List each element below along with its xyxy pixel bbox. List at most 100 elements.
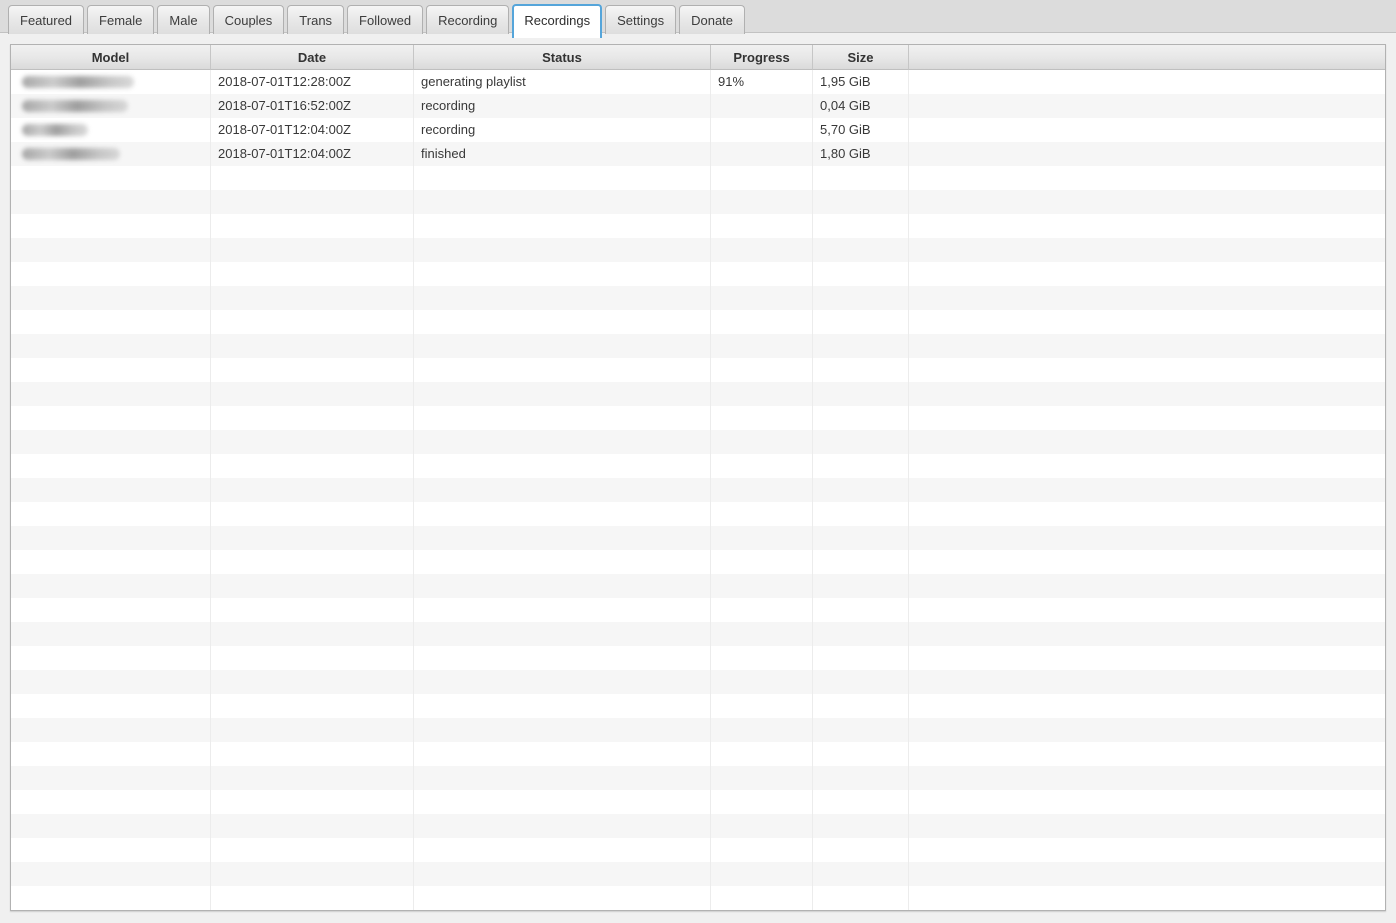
- cell-progress: [711, 598, 813, 622]
- cell-model: [11, 646, 211, 670]
- column-header-date[interactable]: Date: [211, 45, 414, 70]
- cell-blank: [909, 310, 1385, 334]
- table-row-empty[interactable]: [11, 262, 1385, 286]
- cell-blank: [909, 550, 1385, 574]
- cell-blank: [909, 430, 1385, 454]
- cell-progress: [711, 790, 813, 814]
- table-row-empty[interactable]: [11, 430, 1385, 454]
- cell-model: [11, 118, 211, 142]
- table-row[interactable]: 2018-07-01T12:28:00Zgenerating playlist9…: [11, 70, 1385, 94]
- table-row-empty[interactable]: [11, 382, 1385, 406]
- cell-blank: [909, 334, 1385, 358]
- table-header: ModelDateStatusProgressSize: [11, 45, 1385, 70]
- table-row[interactable]: 2018-07-01T12:04:00Zrecording5,70 GiB: [11, 118, 1385, 142]
- column-header-model[interactable]: Model: [11, 45, 211, 70]
- table-row-empty[interactable]: [11, 790, 1385, 814]
- tab-followed[interactable]: Followed: [347, 5, 423, 34]
- column-header-status[interactable]: Status: [414, 45, 711, 70]
- cell-size: [813, 718, 909, 742]
- cell-progress: [711, 406, 813, 430]
- redacted-model-name: [22, 100, 128, 112]
- table-row-empty[interactable]: [11, 286, 1385, 310]
- table-row-empty[interactable]: [11, 646, 1385, 670]
- cell-date: 2018-07-01T12:04:00Z: [211, 142, 414, 166]
- cell-model: [11, 814, 211, 838]
- cell-model: [11, 478, 211, 502]
- cell-date: [211, 502, 414, 526]
- cell-size: [813, 694, 909, 718]
- column-header-progress[interactable]: Progress: [711, 45, 813, 70]
- cell-progress: [711, 262, 813, 286]
- table-row[interactable]: 2018-07-01T16:52:00Zrecording0,04 GiB: [11, 94, 1385, 118]
- cell-date: [211, 694, 414, 718]
- tab-couples[interactable]: Couples: [213, 5, 285, 34]
- table-row-empty[interactable]: [11, 718, 1385, 742]
- table-row-empty[interactable]: [11, 502, 1385, 526]
- table-row-empty[interactable]: [11, 310, 1385, 334]
- table-row-empty[interactable]: [11, 622, 1385, 646]
- tab-recordings[interactable]: Recordings: [512, 4, 602, 38]
- cell-date: [211, 574, 414, 598]
- table-row-empty[interactable]: [11, 766, 1385, 790]
- tab-female[interactable]: Female: [87, 5, 154, 34]
- cell-date: [211, 790, 414, 814]
- cell-blank: [909, 190, 1385, 214]
- cell-date: [211, 382, 414, 406]
- table-row-empty[interactable]: [11, 862, 1385, 886]
- cell-blank: [909, 478, 1385, 502]
- table-row-empty[interactable]: [11, 454, 1385, 478]
- cell-progress: [711, 430, 813, 454]
- table-row-empty[interactable]: [11, 886, 1385, 910]
- cell-progress: [711, 574, 813, 598]
- table-row-empty[interactable]: [11, 358, 1385, 382]
- table-row-empty[interactable]: [11, 526, 1385, 550]
- table-row-empty[interactable]: [11, 214, 1385, 238]
- table-row-empty[interactable]: [11, 166, 1385, 190]
- cell-progress: [711, 190, 813, 214]
- cell-date: [211, 886, 414, 910]
- tab-trans[interactable]: Trans: [287, 5, 344, 34]
- table-row-empty[interactable]: [11, 814, 1385, 838]
- column-header-blank[interactable]: [909, 45, 1385, 70]
- table-row-empty[interactable]: [11, 838, 1385, 862]
- cell-status: [414, 502, 711, 526]
- column-header-size[interactable]: Size: [813, 45, 909, 70]
- cell-model: [11, 670, 211, 694]
- cell-progress: [711, 742, 813, 766]
- table-row-empty[interactable]: [11, 478, 1385, 502]
- table-row-empty[interactable]: [11, 238, 1385, 262]
- cell-size: [813, 478, 909, 502]
- table-row-empty[interactable]: [11, 742, 1385, 766]
- cell-progress: [711, 766, 813, 790]
- cell-size: [813, 742, 909, 766]
- cell-model: [11, 358, 211, 382]
- table-row-empty[interactable]: [11, 406, 1385, 430]
- table-row-empty[interactable]: [11, 694, 1385, 718]
- table-row-empty[interactable]: [11, 334, 1385, 358]
- cell-model: [11, 694, 211, 718]
- table-row-empty[interactable]: [11, 670, 1385, 694]
- cell-size: [813, 214, 909, 238]
- cell-progress: [711, 238, 813, 262]
- table-row-empty[interactable]: [11, 574, 1385, 598]
- cell-blank: [909, 262, 1385, 286]
- tab-donate[interactable]: Donate: [679, 5, 745, 34]
- cell-status: [414, 574, 711, 598]
- table-row-empty[interactable]: [11, 190, 1385, 214]
- cell-progress: [711, 550, 813, 574]
- cell-status: [414, 478, 711, 502]
- tab-featured[interactable]: Featured: [8, 5, 84, 34]
- cell-blank: [909, 814, 1385, 838]
- cell-blank: [909, 718, 1385, 742]
- cell-blank: [909, 406, 1385, 430]
- cell-date: [211, 478, 414, 502]
- cell-status: [414, 190, 711, 214]
- table-row-empty[interactable]: [11, 598, 1385, 622]
- tab-male[interactable]: Male: [157, 5, 209, 34]
- table-row[interactable]: 2018-07-01T12:04:00Zfinished1,80 GiB: [11, 142, 1385, 166]
- cell-size: 1,95 GiB: [813, 70, 909, 94]
- table-row-empty[interactable]: [11, 550, 1385, 574]
- cell-date: [211, 406, 414, 430]
- tab-recording[interactable]: Recording: [426, 5, 509, 34]
- tab-settings[interactable]: Settings: [605, 5, 676, 34]
